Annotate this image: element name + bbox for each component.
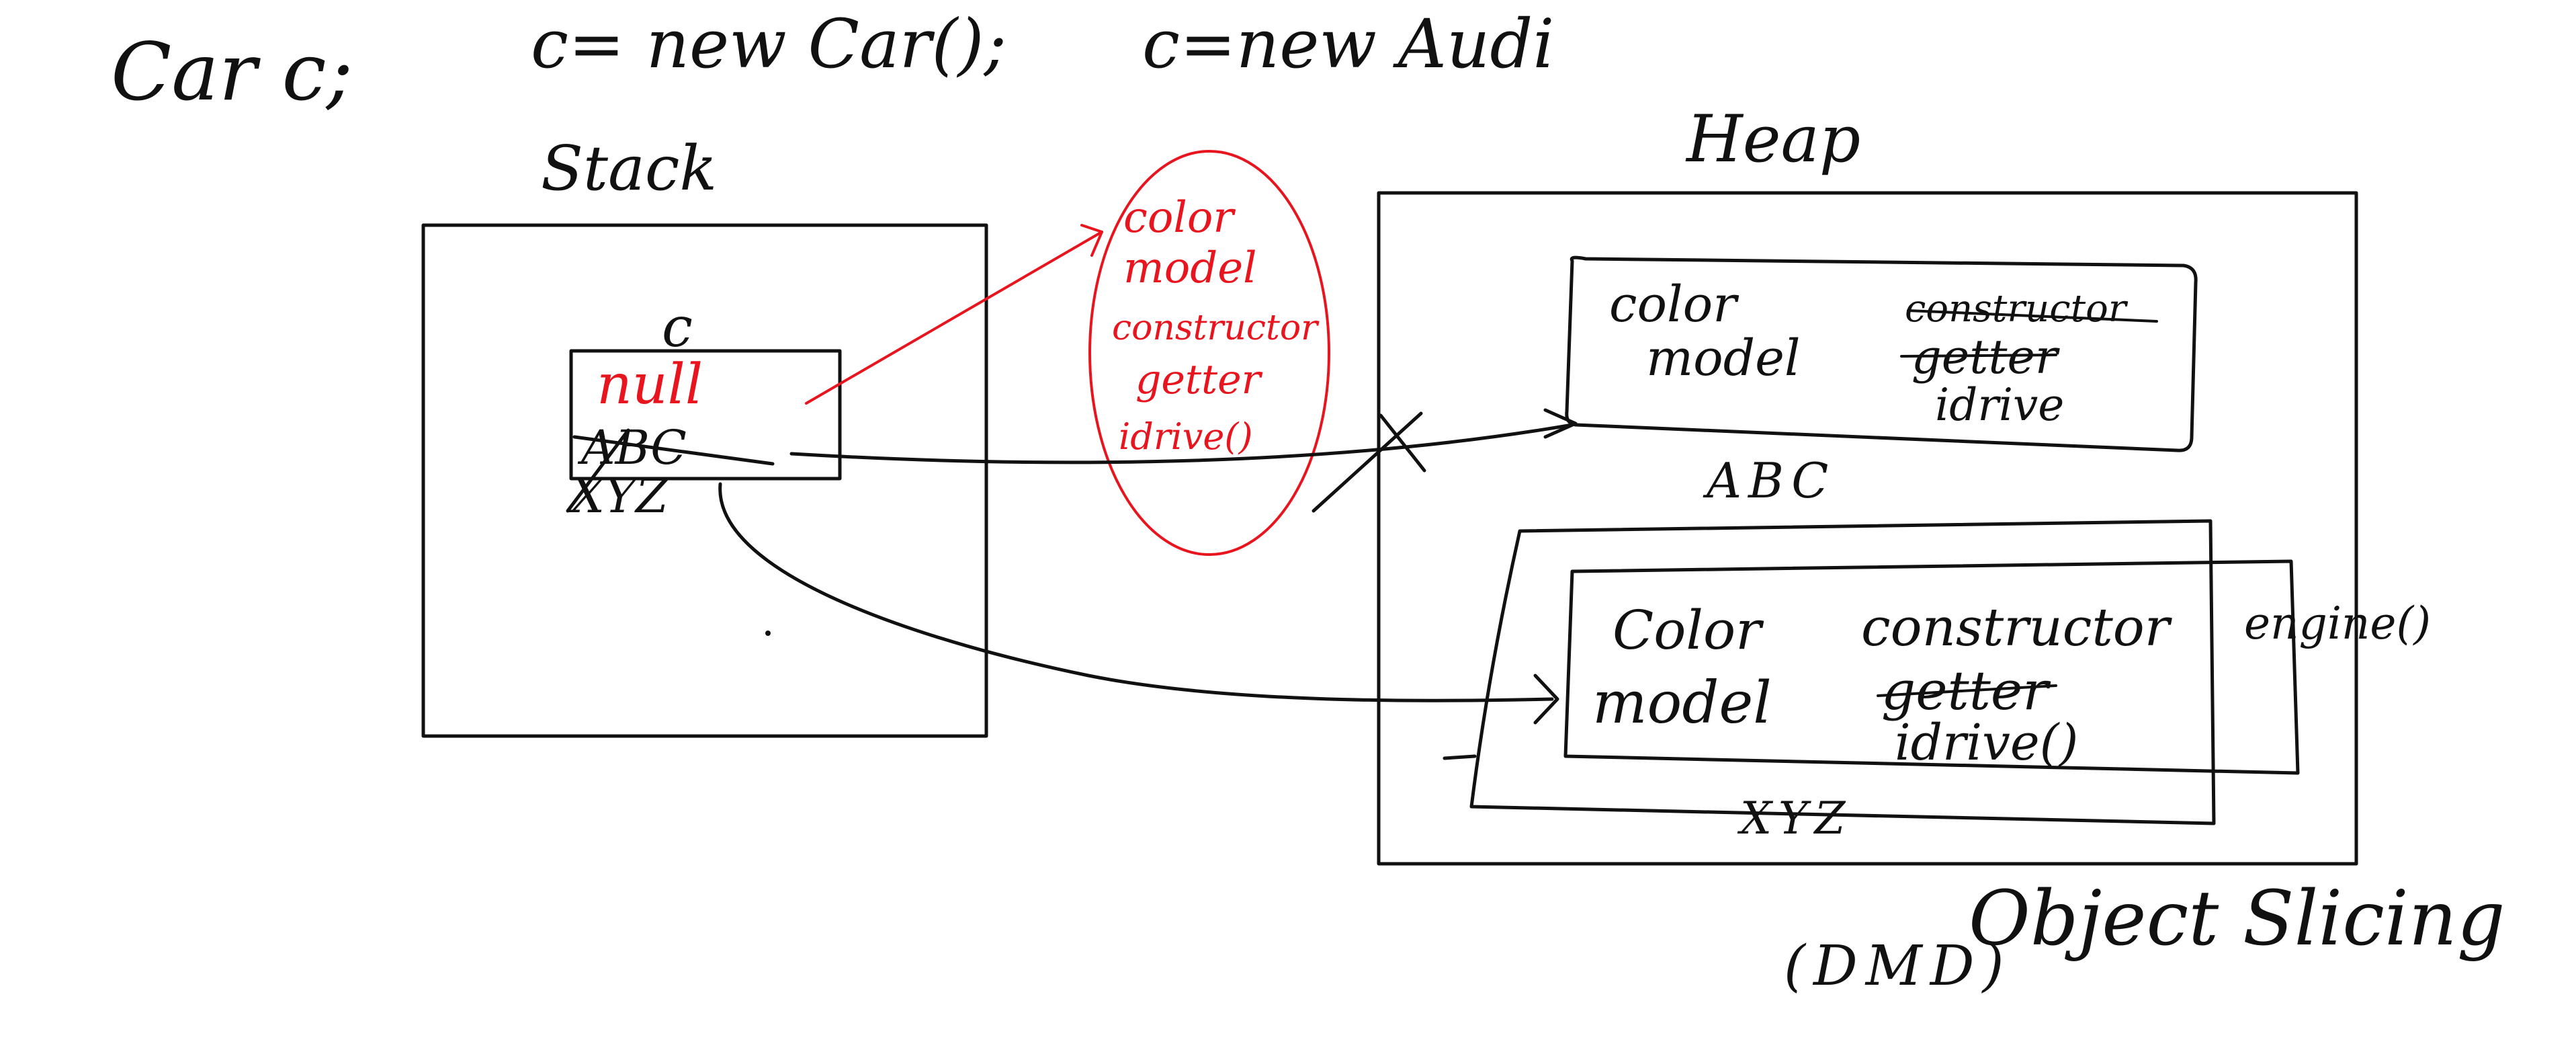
xyz-method-idrive: idrive() <box>1895 714 2078 772</box>
stack-dot <box>765 631 771 636</box>
code-assign-car: c= new Car(); <box>531 5 1006 83</box>
getter-strike <box>1900 354 2057 358</box>
diagram-svg: Car c; c= new Car(); c=new Audi Stack c … <box>111 5 2505 998</box>
note-object-slicing: Object Slicing <box>1969 875 2505 963</box>
xyz-address: XYZ <box>1737 793 1852 844</box>
xyz-field-model: model <box>1592 670 1772 737</box>
abc-method-constructor: constructor <box>1905 287 2129 331</box>
red-object-line-4: getter <box>1135 356 1263 403</box>
abc-field-model: model <box>1646 329 1801 387</box>
note-dmd: (DMD) <box>1784 934 2012 998</box>
xyz-left-tick <box>1443 754 1477 760</box>
pointer-to-xyz <box>718 482 1554 702</box>
code-assign-audi: c=new Audi <box>1142 5 1554 83</box>
xyz-extra-engine: engine() <box>2244 598 2431 649</box>
abc-address: ABC <box>1703 452 1835 509</box>
red-object-line-1: color <box>1123 193 1236 243</box>
stack-frame <box>421 223 988 738</box>
red-object-line-2: model <box>1123 243 1257 293</box>
stack-value-xyz: XYZ <box>568 469 669 524</box>
stack-value-null: null <box>597 353 703 417</box>
abc-field-color: color <box>1609 276 1740 333</box>
xyz-method-constructor: constructor <box>1861 598 2173 658</box>
stack-title: Stack <box>541 132 717 204</box>
abc-method-idrive: idrive <box>1935 379 2064 431</box>
red-object-line-3: constructor <box>1112 308 1320 348</box>
code-declaration: Car c; <box>111 26 353 118</box>
whiteboard-canvas: Car c; c= new Car(); c=new Audi Stack c … <box>0 0 2576 1054</box>
stack-value-abc: ABC <box>577 420 687 475</box>
xyz-field-color: Color <box>1613 599 1764 661</box>
abc-pointer-cross-1 <box>1312 411 1423 513</box>
red-pointer-line <box>805 231 1103 405</box>
red-object-line-5: idrive() <box>1119 415 1253 458</box>
heap-title: Heap <box>1685 102 1860 177</box>
